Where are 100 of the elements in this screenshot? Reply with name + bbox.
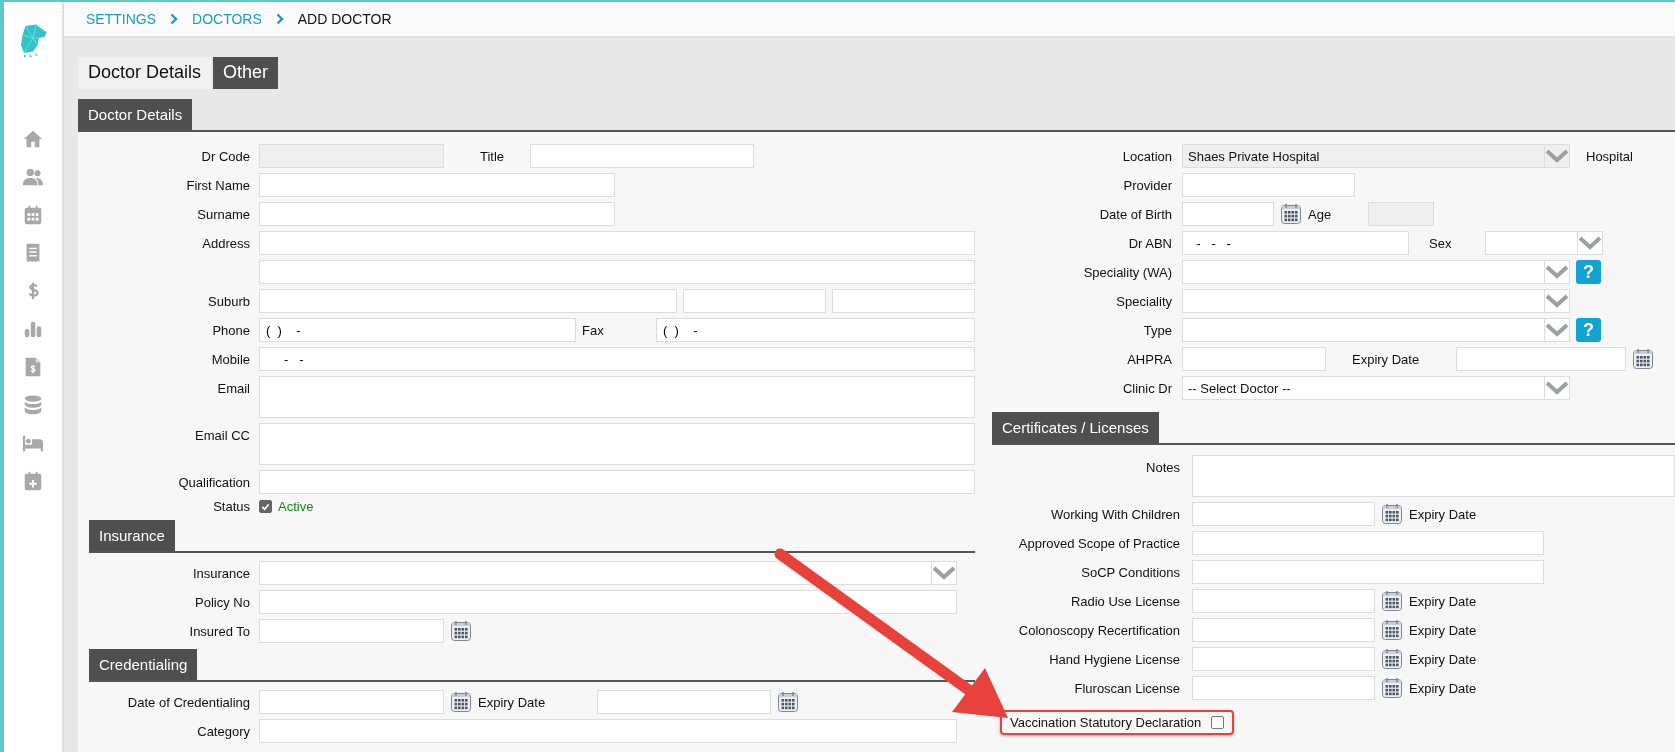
expiry-date-input[interactable] bbox=[597, 690, 771, 714]
license-input[interactable] bbox=[1192, 676, 1375, 700]
field-label: Phone bbox=[211, 322, 250, 338]
suburb-input[interactable] bbox=[259, 289, 677, 313]
credentialing-date-input[interactable] bbox=[259, 690, 444, 714]
expiry-date-label: Expiry Date bbox=[1409, 506, 1477, 522]
location-dropdown[interactable]: Shaes Private Hospital bbox=[1182, 144, 1570, 168]
field-label: Dr ABN bbox=[1127, 235, 1172, 251]
expiry-date-label: Expiry Date bbox=[1409, 622, 1477, 638]
field-label: Insured To bbox=[188, 623, 250, 639]
speciality-dropdown[interactable] bbox=[1182, 289, 1570, 313]
ahpra-expiry-input[interactable] bbox=[1456, 347, 1626, 371]
field-label: Category bbox=[196, 723, 250, 739]
field-label: Age bbox=[1308, 206, 1333, 222]
location-type-text: Hospital bbox=[1586, 148, 1633, 164]
speciality-wa-dropdown[interactable] bbox=[1182, 260, 1570, 284]
text-input[interactable] bbox=[1192, 560, 1544, 584]
abn-input[interactable]: - - - bbox=[1182, 231, 1409, 255]
chevron-down-icon bbox=[1545, 293, 1569, 309]
dr-code-input[interactable] bbox=[259, 144, 444, 168]
surname-input[interactable] bbox=[259, 202, 615, 226]
field-label: Clinic Dr bbox=[1121, 380, 1172, 396]
calendar-icon[interactable] bbox=[1280, 203, 1302, 225]
field-label: Address bbox=[201, 235, 250, 251]
field-label: Date of Credentialing bbox=[126, 694, 250, 710]
license-input[interactable] bbox=[1192, 589, 1375, 613]
state-input[interactable] bbox=[683, 289, 826, 313]
date-of-birth-input[interactable] bbox=[1182, 202, 1274, 226]
calendar-icon[interactable] bbox=[1381, 619, 1403, 641]
vaccination-checkbox[interactable] bbox=[1211, 716, 1225, 729]
field-label: Speciality bbox=[1115, 293, 1172, 309]
title-input[interactable] bbox=[530, 144, 754, 168]
tab[interactable]: Other bbox=[213, 57, 279, 89]
field-label: Location bbox=[1121, 148, 1172, 164]
expiry-date-label: Expiry Date bbox=[1409, 680, 1477, 696]
calendar-icon[interactable] bbox=[1381, 648, 1403, 670]
calendar-icon[interactable] bbox=[1381, 677, 1403, 699]
ahpra-input[interactable] bbox=[1182, 347, 1326, 371]
qualification-input[interactable] bbox=[259, 470, 975, 494]
calendar-icon[interactable] bbox=[777, 691, 799, 713]
policy-no-input[interactable] bbox=[259, 590, 957, 614]
section-heading: Certificates / Licenses bbox=[992, 412, 1159, 443]
insurance-dropdown[interactable] bbox=[259, 561, 957, 585]
database-icon[interactable] bbox=[22, 394, 44, 416]
phone-input[interactable]: ( ) - bbox=[259, 318, 576, 342]
field-label: Surname bbox=[196, 206, 250, 222]
text-input[interactable] bbox=[1192, 531, 1544, 555]
field-label: Provider bbox=[1122, 177, 1172, 193]
field-label: Policy No bbox=[194, 594, 250, 610]
status-text: Active bbox=[278, 499, 314, 514]
calendar-icon[interactable] bbox=[1632, 348, 1654, 370]
type-dropdown[interactable] bbox=[1182, 318, 1570, 342]
mobile-input[interactable]: - - bbox=[259, 347, 975, 371]
clinic-doctor-dropdown[interactable]: -- Select Doctor -- bbox=[1182, 376, 1570, 400]
expiry-date-label: Expiry Date bbox=[1409, 651, 1477, 667]
address-input[interactable] bbox=[259, 231, 975, 255]
email-textarea[interactable] bbox=[259, 376, 975, 418]
field-label: Email CC bbox=[194, 427, 250, 443]
chevron-right-icon bbox=[275, 13, 284, 25]
field-label: Dr Code bbox=[200, 148, 250, 164]
field-label: Expiry Date bbox=[478, 694, 547, 710]
calendar-icon[interactable] bbox=[450, 620, 472, 642]
calendar-icon[interactable] bbox=[450, 691, 472, 713]
chevron-right-icon bbox=[170, 13, 178, 25]
tab[interactable]: Doctor Details bbox=[78, 57, 212, 89]
home-icon[interactable] bbox=[22, 128, 44, 150]
provider-input[interactable] bbox=[1182, 173, 1355, 197]
field-label: Mobile bbox=[210, 351, 250, 367]
field-label: First Name bbox=[185, 177, 250, 193]
field-label: Qualification bbox=[177, 474, 250, 490]
field-label: Working With Children bbox=[1049, 506, 1180, 522]
notes-textarea[interactable] bbox=[1192, 455, 1675, 497]
insured-to-input[interactable] bbox=[259, 619, 444, 643]
calendar-plus-icon[interactable] bbox=[22, 470, 44, 492]
sex-dropdown[interactable] bbox=[1485, 231, 1603, 255]
fax-input[interactable]: ( ) - bbox=[656, 318, 975, 342]
calendar-icon[interactable] bbox=[1381, 503, 1403, 525]
users-icon[interactable] bbox=[22, 166, 44, 188]
field-label: AHPRA bbox=[1126, 351, 1172, 367]
field-label: Date of Birth bbox=[1098, 206, 1172, 222]
license-input[interactable] bbox=[1192, 502, 1375, 526]
field-label: Insurance bbox=[191, 565, 250, 581]
address-input[interactable] bbox=[259, 260, 975, 284]
age-input[interactable] bbox=[1368, 202, 1434, 226]
field-label: Suburb bbox=[207, 293, 250, 309]
chevron-down-icon bbox=[1545, 264, 1569, 280]
email-cc-textarea[interactable] bbox=[259, 423, 975, 465]
category-input[interactable] bbox=[259, 719, 957, 743]
chevron-down-icon bbox=[1545, 148, 1569, 164]
field-label: Notes bbox=[1145, 459, 1180, 475]
first-name-input[interactable] bbox=[259, 173, 615, 197]
status-checkbox[interactable] bbox=[259, 500, 272, 513]
section-heading: Credentialing bbox=[89, 649, 198, 680]
license-input[interactable] bbox=[1192, 647, 1375, 671]
field-label: Colonoscopy Recertification bbox=[1017, 622, 1180, 638]
postcode-input[interactable] bbox=[832, 289, 975, 313]
calendar-icon[interactable] bbox=[1381, 590, 1403, 612]
license-input[interactable] bbox=[1192, 618, 1375, 642]
field-label: Sex bbox=[1429, 235, 1453, 251]
field-label: Radio Use License bbox=[1069, 593, 1180, 609]
